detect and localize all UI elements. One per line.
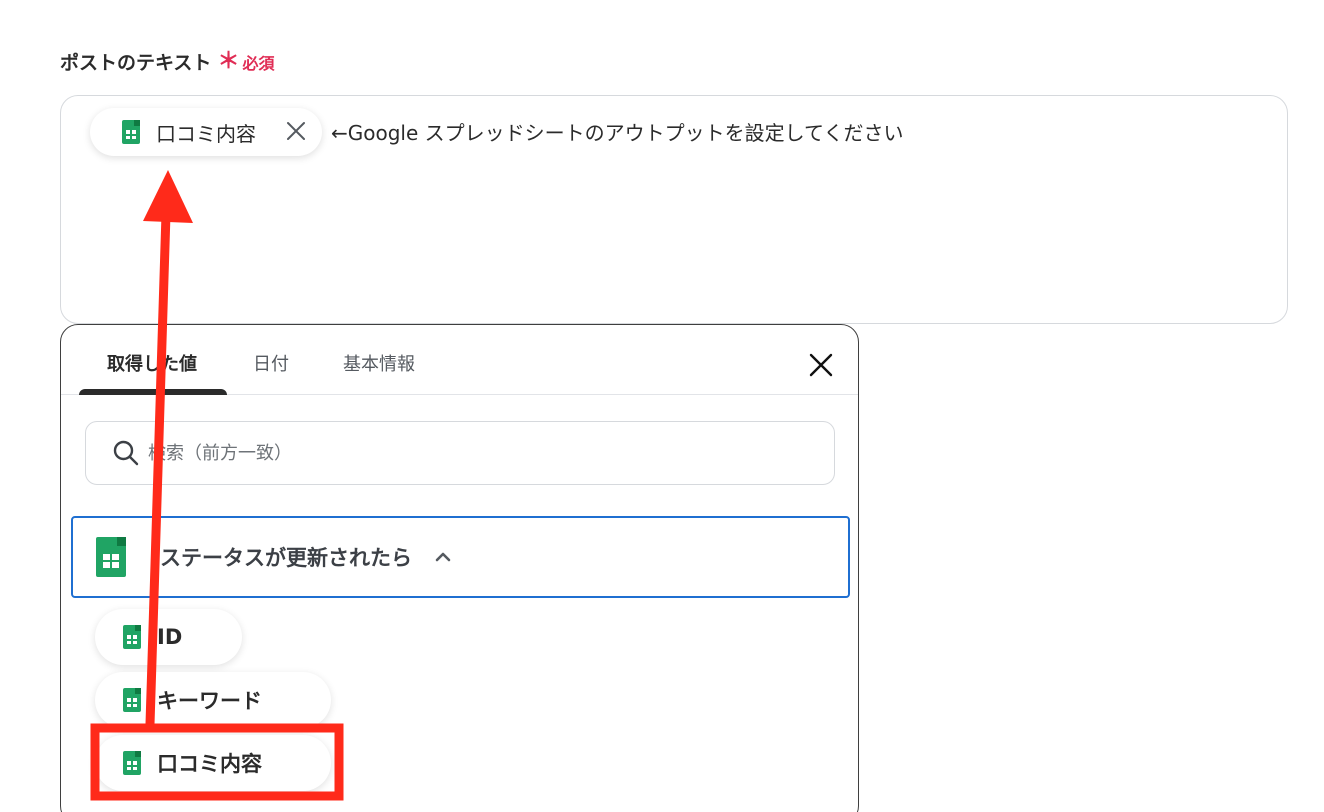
tab-date[interactable]: 日付 bbox=[253, 350, 289, 376]
inserted-variable-chip[interactable]: 口コミ内容 bbox=[90, 108, 322, 156]
sheets-icon bbox=[123, 751, 141, 775]
chevron-up-icon bbox=[432, 546, 454, 568]
active-tab-indicator bbox=[79, 389, 227, 395]
list-item-keyword[interactable]: キーワード bbox=[95, 672, 331, 728]
required-asterisk: ＊ bbox=[217, 48, 240, 74]
sheets-icon bbox=[96, 537, 126, 577]
search-icon bbox=[112, 439, 140, 467]
tab-basic-info[interactable]: 基本情報 bbox=[343, 350, 415, 376]
list-item-review-content[interactable]: 口コミ内容 bbox=[95, 735, 331, 791]
trigger-group-header[interactable]: ステータスが更新されたら bbox=[71, 516, 850, 598]
sheets-icon bbox=[123, 625, 141, 649]
search-input[interactable] bbox=[148, 442, 748, 464]
close-icon[interactable] bbox=[807, 351, 835, 379]
editor-hint-text: ←Google スプレッドシートのアウトプットを設定してください bbox=[331, 121, 904, 145]
variable-picker-panel: 取得した値 日付 基本情報 ステータスが更新されたら ID キーワード 口コミ内… bbox=[60, 324, 859, 812]
search-field bbox=[85, 421, 835, 485]
item-label: 口コミ内容 bbox=[157, 752, 262, 776]
close-icon[interactable] bbox=[284, 119, 308, 143]
tab-acquired-values[interactable]: 取得した値 bbox=[107, 350, 197, 376]
sheets-icon bbox=[123, 688, 141, 712]
required-badge: ＊ 必須 bbox=[217, 50, 274, 74]
group-label: ステータスが更新されたら bbox=[160, 546, 412, 570]
field-label-text: ポストのテキスト bbox=[60, 52, 212, 74]
chip-label: 口コミ内容 bbox=[156, 121, 256, 146]
field-label: ポストのテキスト ＊ 必須 bbox=[60, 48, 274, 75]
item-label: キーワード bbox=[157, 689, 262, 713]
item-label: ID bbox=[157, 625, 183, 649]
picker-tabs: 取得した値 日付 基本情報 bbox=[61, 325, 858, 395]
list-item-id[interactable]: ID bbox=[95, 609, 242, 665]
required-text: 必須 bbox=[242, 53, 275, 73]
sheets-icon bbox=[122, 120, 140, 144]
